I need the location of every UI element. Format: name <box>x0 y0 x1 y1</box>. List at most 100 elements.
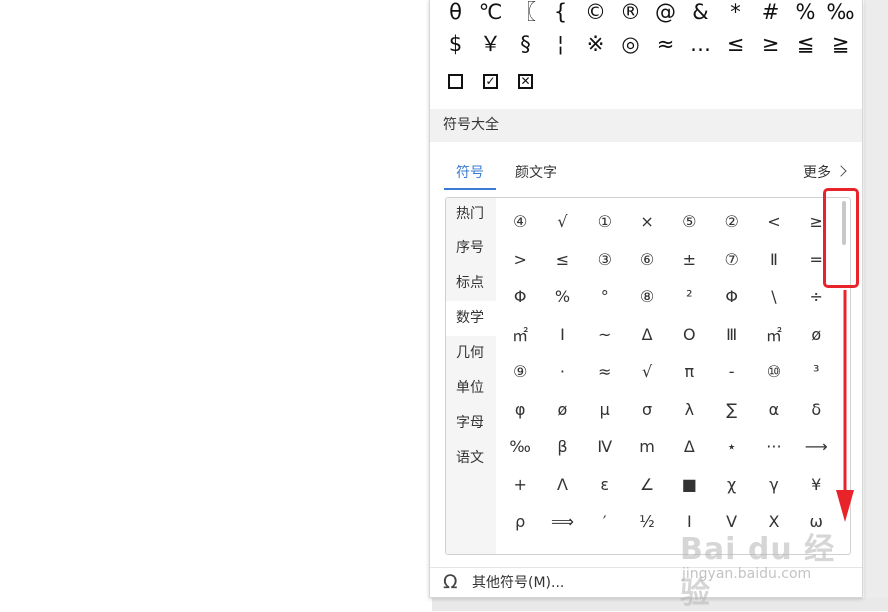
symbol-cell[interactable]: ± <box>668 250 710 269</box>
symbol-cell[interactable]: ㎡ <box>753 322 795 346</box>
symbol-cell[interactable]: Ⅳ <box>584 437 626 456</box>
symbol-cell[interactable]: m <box>626 437 668 456</box>
symbol-cell[interactable]: ··· <box>753 437 795 456</box>
recent-symbol[interactable]: ≦ <box>788 29 823 59</box>
symbol-cell[interactable]: \ <box>753 287 795 306</box>
recent-symbol[interactable]: ≥ <box>753 29 788 59</box>
symbol-cell[interactable]: ② <box>710 212 752 231</box>
recent-symbol[interactable]: $ <box>438 29 473 59</box>
category-item[interactable]: 序号 <box>446 231 496 266</box>
symbol-cell[interactable]: ⟹ <box>541 512 583 531</box>
symbol-cell[interactable]: ⑧ <box>626 287 668 306</box>
symbol-cell[interactable]: δ <box>795 400 837 419</box>
symbol-cell[interactable]: + <box>499 475 541 494</box>
symbol-cell[interactable]: Ⅰ <box>668 512 710 531</box>
symbol-cell[interactable]: ‰ <box>499 437 541 456</box>
symbol-cell[interactable]: Δ <box>668 437 710 456</box>
symbol-cell[interactable]: ρ <box>499 512 541 531</box>
symbol-cell[interactable]: √ <box>626 362 668 381</box>
symbol-cell[interactable]: α <box>753 400 795 419</box>
symbol-cell[interactable]: ⑦ <box>710 250 752 269</box>
more-button[interactable]: 更多 <box>803 164 847 182</box>
other-symbols-button[interactable]: 其他符号(M)... <box>472 573 564 593</box>
recent-symbol[interactable]: ※ <box>578 29 613 59</box>
symbol-cell[interactable]: Δ <box>626 325 668 344</box>
recent-symbol[interactable]: § <box>508 29 543 59</box>
symbol-cell[interactable]: √ <box>541 212 583 231</box>
category-item[interactable]: 单位 <box>446 371 496 406</box>
symbol-cell[interactable]: Λ <box>541 475 583 494</box>
symbol-cell[interactable]: μ <box>584 400 626 419</box>
category-item[interactable]: 标点 <box>446 266 496 301</box>
symbol-cell[interactable]: ㎡ <box>499 322 541 346</box>
symbol-cell[interactable]: λ <box>668 400 710 419</box>
symbol-cell[interactable]: ⑤ <box>668 212 710 231</box>
symbol-cell[interactable]: Ⅹ <box>753 512 795 531</box>
symbol-cell[interactable]: σ <box>626 400 668 419</box>
symbol-cell[interactable]: ∠ <box>626 475 668 494</box>
recent-symbol[interactable]: ◎ <box>613 29 648 59</box>
recent-symbol[interactable]: ¦ <box>543 29 578 59</box>
recent-symbol[interactable]: ￥ <box>473 29 508 59</box>
recent-symbol[interactable]: * <box>718 0 753 24</box>
symbol-cell[interactable]: ø <box>795 325 837 344</box>
symbol-cell[interactable]: ∑ <box>710 400 752 419</box>
symbol-cell[interactable]: - <box>710 362 752 381</box>
recent-symbol[interactable]: ℃ <box>473 0 508 24</box>
symbol-cell[interactable]: ■ <box>668 475 710 494</box>
recent-symbol[interactable]: ≈ <box>648 29 683 59</box>
recent-symbol[interactable]: { <box>543 0 578 24</box>
symbol-cell[interactable]: < <box>753 212 795 231</box>
symbol-cell[interactable]: ⑩ <box>753 362 795 381</box>
symbol-cell[interactable]: γ <box>753 475 795 494</box>
symbol-cell[interactable]: Ⅱ <box>753 250 795 269</box>
symbol-cell[interactable]: ⋆ <box>710 437 752 456</box>
recent-symbol[interactable]: … <box>683 29 718 59</box>
symbol-cell[interactable]: β <box>541 437 583 456</box>
category-item[interactable]: 数学 <box>446 301 496 336</box>
symbol-cell[interactable]: Φ <box>710 287 752 306</box>
recent-symbol[interactable]: ≤ <box>718 29 753 59</box>
symbol-cell[interactable]: φ <box>499 400 541 419</box>
recent-symbol[interactable]: ✓ <box>473 65 508 95</box>
recent-symbol[interactable] <box>438 65 473 95</box>
recent-symbol[interactable]: ® <box>613 0 648 24</box>
symbol-cell[interactable]: Ⅰ <box>541 325 583 344</box>
recent-symbol[interactable]: @ <box>648 0 683 24</box>
symbol-cell[interactable]: Ⅴ <box>710 512 752 531</box>
symbol-cell[interactable]: Ⅲ <box>710 325 752 344</box>
recent-symbol[interactable]: % <box>788 0 823 24</box>
symbol-cell[interactable]: ÷ <box>795 287 837 306</box>
recent-symbol[interactable]: & <box>683 0 718 24</box>
symbol-cell[interactable]: ° <box>584 287 626 306</box>
tab-symbols[interactable]: 符号 <box>456 158 484 188</box>
symbol-cell[interactable]: ³ <box>795 362 837 381</box>
recent-symbol[interactable]: ‰ <box>823 0 858 24</box>
symbol-cell[interactable]: ⟶ <box>795 437 837 456</box>
symbol-cell[interactable]: ① <box>584 212 626 231</box>
symbol-cell[interactable]: ø <box>541 400 583 419</box>
symbol-cell[interactable]: ² <box>668 287 710 306</box>
tab-kaomoji[interactable]: 颜文字 <box>515 158 557 188</box>
recent-symbol[interactable]: © <box>578 0 613 24</box>
symbol-cell[interactable]: % <box>541 287 583 306</box>
symbol-cell[interactable]: ¥ <box>795 475 837 494</box>
symbol-cell[interactable]: ε <box>584 475 626 494</box>
symbol-cell[interactable]: ≤ <box>541 250 583 269</box>
symbol-cell[interactable]: ≈ <box>584 362 626 381</box>
category-item[interactable]: 热门 <box>446 198 496 231</box>
category-item[interactable]: 字母 <box>446 406 496 441</box>
category-item[interactable]: 语文 <box>446 441 496 476</box>
recent-symbol[interactable]: # <box>753 0 788 24</box>
symbol-cell[interactable]: χ <box>710 475 752 494</box>
symbol-cell[interactable]: ω <box>795 512 837 531</box>
symbol-cell[interactable]: ′ <box>584 512 626 531</box>
recent-symbol[interactable]: ✕ <box>508 65 543 95</box>
recent-symbol[interactable]: ≧ <box>823 29 858 59</box>
symbol-cell[interactable]: > <box>499 250 541 269</box>
symbol-cell[interactable]: π <box>668 362 710 381</box>
symbol-cell[interactable]: · <box>541 362 583 381</box>
symbol-cell[interactable]: ③ <box>584 250 626 269</box>
category-item[interactable]: 几何 <box>446 336 496 371</box>
symbol-cell[interactable]: × <box>626 212 668 231</box>
